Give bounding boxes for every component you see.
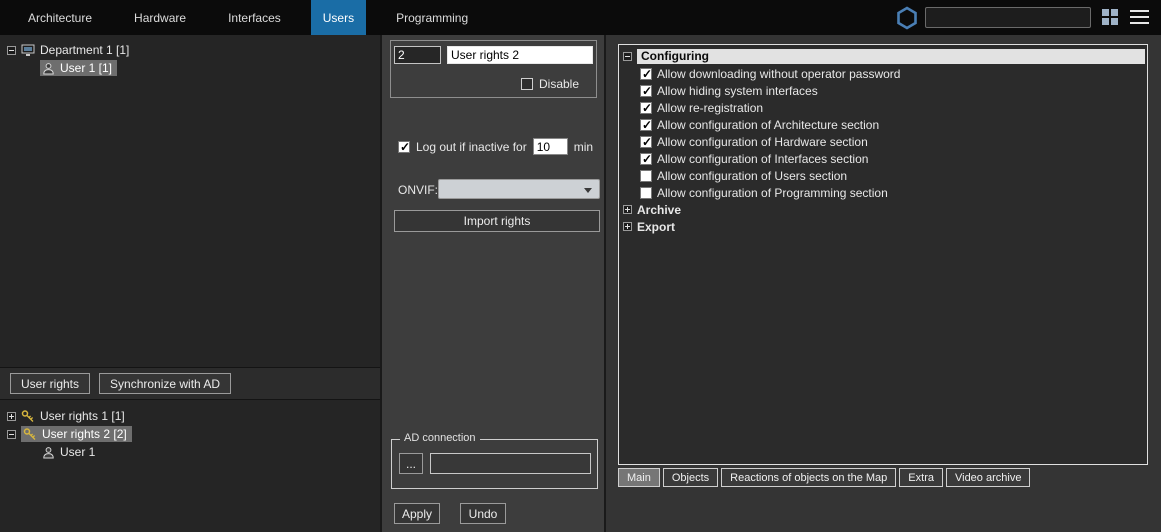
tab-reactions-map[interactable]: Reactions of objects on the Map [721,468,896,487]
selected-tree-node[interactable]: User rights 2 [2] [21,426,132,442]
expand-icon[interactable] [7,412,16,421]
right-item-row[interactable]: Allow hiding system interfaces [621,82,1145,99]
tree-node-user[interactable]: User 1 [1] [0,59,380,77]
tree-node-label: User rights 1 [1] [40,409,125,423]
left-panel: Department 1 [1] User 1 [1] User rights … [0,35,380,532]
collapse-icon[interactable] [623,52,632,61]
user-icon [42,446,55,459]
ad-browse-button[interactable]: ... [399,453,423,474]
right-checkbox[interactable] [640,85,652,97]
expand-icon[interactable] [623,222,632,231]
menu-icon[interactable] [1130,10,1149,24]
onvif-label: ONVIF: [398,183,438,197]
right-item-row[interactable]: Allow re-registration [621,99,1145,116]
right-label: Allow configuration of Hardware section [657,135,868,149]
tab-objects[interactable]: Objects [663,468,718,487]
right-item-row[interactable]: Allow configuration of Programming secti… [621,184,1145,201]
properties-panel: Disable Log out if inactive for min ONVI… [382,35,604,532]
object-id-field[interactable] [394,46,441,64]
tab-video-archive[interactable]: Video archive [946,468,1030,487]
tab-architecture[interactable]: Architecture [16,0,104,35]
top-menu-bar: Architecture Hardware Interfaces Users P… [0,0,1161,35]
expand-icon[interactable] [623,205,632,214]
archive-section-label: Archive [637,203,681,217]
right-checkbox[interactable] [640,187,652,199]
right-item-row[interactable]: Allow configuration of Users section [621,167,1145,184]
user-icon [42,62,55,75]
right-item-row[interactable]: Allow configuration of Interfaces sectio… [621,150,1145,167]
tree-node-user-rights-1[interactable]: User rights 1 [1] [0,407,380,425]
ad-connection-label: AD connection [400,432,480,444]
rights-panel: Configuring Allow downloading without op… [606,35,1161,532]
right-label: Allow re-registration [657,101,763,115]
right-label: Allow configuration of Users section [657,169,847,183]
department-icon [21,43,35,57]
right-label: Allow configuration of Interfaces sectio… [657,152,868,166]
disable-label: Disable [539,77,579,91]
tree-node-user-1[interactable]: User 1 [0,443,380,461]
tree-node-label: User 1 [60,445,95,459]
tab-users[interactable]: Users [311,0,366,35]
right-label: Allow downloading without operator passw… [657,67,900,81]
minutes-unit-label: min [574,140,593,154]
key-icon [21,409,35,423]
tab-hardware[interactable]: Hardware [122,0,198,35]
ad-connection-field[interactable] [430,453,591,474]
configuring-section-row[interactable]: Configuring [621,48,1145,65]
search-input[interactable] [925,7,1091,28]
tab-programming[interactable]: Programming [384,0,480,35]
tree-node-user-rights-2[interactable]: User rights 2 [2] [0,425,380,443]
onvif-dropdown[interactable] [438,179,600,199]
tree-node-label: User 1 [1] [60,61,112,75]
selected-tree-node[interactable]: User 1 [1] [40,60,117,76]
disable-checkbox[interactable] [521,78,533,90]
export-section-label: Export [637,220,675,234]
right-label: Allow configuration of Programming secti… [657,186,888,200]
logout-inactive-checkbox[interactable] [398,141,410,153]
import-rights-button[interactable]: Import rights [394,210,600,232]
object-name-field[interactable] [447,46,593,64]
right-checkbox[interactable] [640,153,652,165]
archive-section-row[interactable]: Archive [621,201,1145,218]
tree-node-label: User rights 2 [2] [42,427,127,441]
right-checkbox[interactable] [640,119,652,131]
app-logo-icon [896,6,918,30]
left-panel-toolbar: User rights Synchronize with AD [0,367,380,400]
tab-interfaces[interactable]: Interfaces [216,0,293,35]
right-item-row[interactable]: Allow configuration of Hardware section [621,133,1145,150]
collapse-icon[interactable] [7,430,16,439]
undo-button[interactable]: Undo [460,503,506,524]
right-checkbox[interactable] [640,170,652,182]
rights-list: Configuring Allow downloading without op… [618,44,1148,465]
logout-inactive-label: Log out if inactive for [416,140,527,154]
apply-button[interactable]: Apply [394,503,440,524]
identity-group: Disable [390,40,597,98]
departments-tree: Department 1 [1] User 1 [1] [0,35,380,367]
tab-main[interactable]: Main [618,468,660,487]
right-item-row[interactable]: Allow downloading without operator passw… [621,65,1145,82]
collapse-icon[interactable] [7,46,16,55]
inactivity-row: Log out if inactive for min [398,138,598,155]
right-checkbox[interactable] [640,136,652,148]
right-label: Allow hiding system interfaces [657,84,818,98]
user-rights-button[interactable]: User rights [10,373,90,394]
synchronize-with-ad-button[interactable]: Synchronize with AD [99,373,231,394]
grid-view-icon[interactable] [1102,9,1119,26]
app-window: Architecture Hardware Interfaces Users P… [0,0,1161,532]
disable-row: Disable [521,77,579,91]
right-item-row[interactable]: Allow configuration of Architecture sect… [621,116,1145,133]
right-checkbox[interactable] [640,68,652,80]
tree-node-department[interactable]: Department 1 [1] [0,41,380,59]
right-label: Allow configuration of Architecture sect… [657,118,879,132]
inactivity-minutes-field[interactable] [533,138,568,155]
tree-node-label: Department 1 [1] [40,43,129,57]
right-checkbox[interactable] [640,102,652,114]
rights-tabstrip: Main Objects Reactions of objects on the… [618,468,1033,487]
tab-extra[interactable]: Extra [899,468,943,487]
configuring-section-label: Configuring [637,49,1145,64]
export-section-row[interactable]: Export [621,218,1145,235]
ad-connection-group: AD connection ... [391,439,598,489]
key-icon [23,427,37,441]
user-rights-tree: User rights 1 [1] User rights 2 [2] User… [0,400,380,532]
